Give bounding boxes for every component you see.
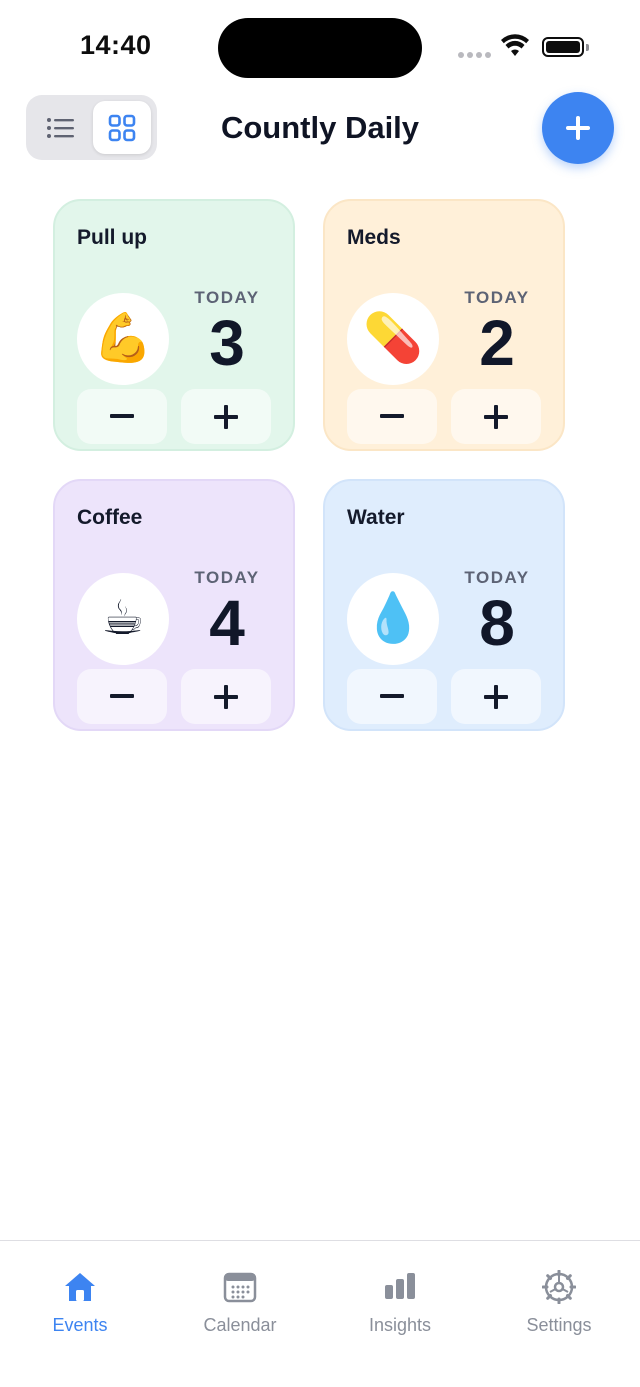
tab-events[interactable]: Events [10, 1269, 150, 1339]
gear-icon [542, 1270, 576, 1304]
count-value: 4 [209, 587, 245, 659]
page-title: Countly Daily [220, 110, 420, 145]
status-time: 14:40 [80, 30, 152, 60]
count-value: 3 [209, 307, 245, 379]
muscle-emoji-icon: 💪 [77, 293, 169, 385]
plus-icon [566, 116, 590, 140]
plus-icon [484, 684, 508, 709]
counter-card-meds: Meds 💊 TODAY 2 [323, 199, 565, 451]
minus-icon [380, 413, 404, 418]
status-icons [458, 34, 589, 60]
plus-icon [214, 404, 238, 429]
card-title: Meds [347, 226, 401, 249]
today-label: TODAY [464, 288, 530, 307]
minus-icon [110, 413, 134, 418]
droplet-emoji-icon: 💧 [347, 573, 439, 665]
increment-button[interactable] [181, 389, 271, 444]
card-title: Pull up [77, 226, 147, 249]
battery-tip [586, 44, 589, 51]
add-event-button[interactable] [542, 92, 614, 164]
count-value: 2 [479, 307, 515, 379]
increment-button[interactable] [451, 389, 541, 444]
house-icon [65, 1273, 95, 1301]
tab-label: Events [52, 1315, 108, 1335]
signal-dot [458, 52, 464, 58]
counter-card-coffee: Coffee ☕ TODAY 4 [53, 479, 295, 731]
increment-button[interactable] [451, 669, 541, 724]
pill-emoji-icon: 💊 [347, 293, 439, 385]
signal-dot [485, 52, 491, 58]
bar-chart-icon [385, 1273, 415, 1299]
view-toggle [26, 95, 157, 160]
count-value: 8 [479, 587, 515, 659]
grid-view-button[interactable] [93, 101, 151, 154]
tab-insights[interactable]: Insights [330, 1269, 470, 1339]
dynamic-island [218, 18, 422, 78]
counter-card-water: Water 💧 TODAY 8 [323, 479, 565, 731]
today-label: TODAY [194, 568, 260, 587]
decrement-button[interactable] [77, 669, 167, 724]
plus-icon [214, 684, 238, 709]
calendar-icon [223, 1272, 257, 1303]
tab-label: Insights [368, 1315, 432, 1335]
decrement-button[interactable] [347, 389, 437, 444]
tab-label: Settings [526, 1315, 592, 1335]
grid-icon [108, 114, 136, 141]
counter-card-pull-up: Pull up 💪 TODAY 3 [53, 199, 295, 451]
decrement-button[interactable] [347, 669, 437, 724]
list-view-button[interactable] [32, 101, 90, 154]
minus-icon [110, 693, 134, 698]
minus-icon [380, 693, 404, 698]
plus-icon [484, 404, 508, 429]
app-screen: 14:40 Countly Daily Pull up 💪 TODAY 3 Me… [0, 0, 640, 1387]
today-label: TODAY [464, 568, 530, 587]
card-title: Water [347, 506, 405, 529]
wifi-icon [501, 34, 529, 56]
decrement-button[interactable] [77, 389, 167, 444]
increment-button[interactable] [181, 669, 271, 724]
signal-dot [476, 52, 482, 58]
list-icon [47, 117, 74, 138]
tab-calendar[interactable]: Calendar [170, 1269, 310, 1339]
tab-settings[interactable]: Settings [489, 1269, 629, 1339]
card-title: Coffee [77, 506, 143, 529]
today-label: TODAY [194, 288, 260, 307]
signal-dot [467, 52, 473, 58]
tab-label: Calendar [203, 1315, 277, 1335]
tab-bar: Events Calendar Insights Settings [0, 1240, 640, 1387]
coffee-emoji-icon: ☕ [77, 573, 169, 665]
battery-icon [542, 37, 584, 57]
